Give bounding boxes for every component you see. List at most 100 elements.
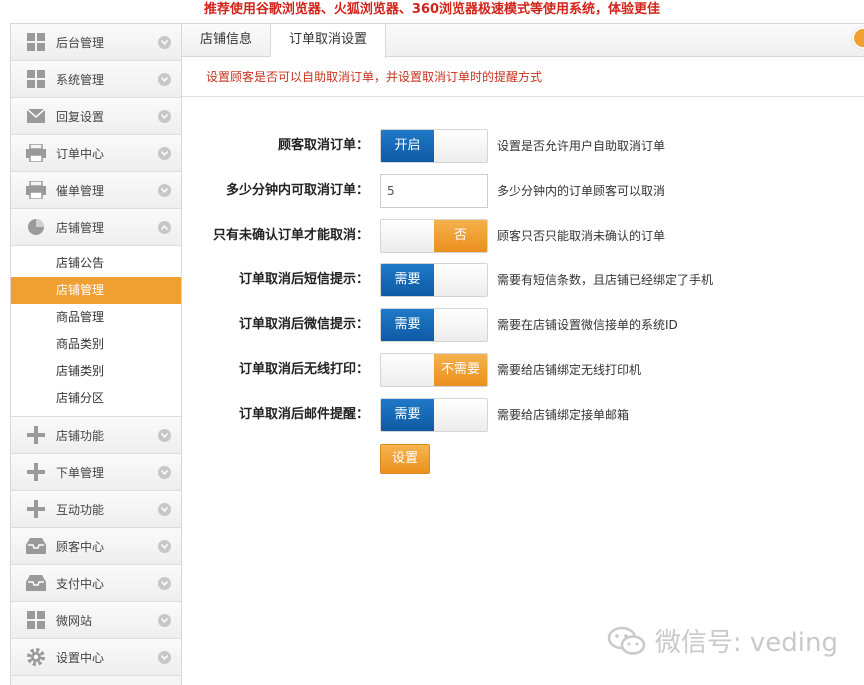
plus-icon	[26, 462, 46, 482]
sidebar-item-label: 支付中心	[56, 576, 105, 591]
tab-1[interactable]: 订单取消设置	[271, 24, 387, 58]
notice-text: 设置顾客是否可以自助取消订单，并设置取消订单时的提醒方式	[182, 57, 864, 97]
field-hint: 需要给店铺绑定接单邮箱	[497, 408, 630, 422]
submenu-store-management: 店铺公告 店铺管理 商品管理 商品类别 店铺类别 店铺分区	[11, 246, 181, 417]
sidebar-item-label: 顾客中心	[56, 539, 105, 554]
field-label: 顾客取消订单：	[277, 138, 369, 153]
mail-icon	[26, 106, 46, 126]
sidebar-item-105[interactable]: 微网站	[11, 602, 181, 639]
field-label: 订单取消后邮件提醒：	[238, 407, 369, 422]
chevron-down-icon[interactable]	[158, 540, 171, 553]
sidebar-item-100[interactable]: 店铺功能	[11, 417, 181, 454]
sidebar-item-label: 催单管理	[56, 183, 105, 198]
form-row: 订单取消后微信提示： 需要 需要在店铺设置微信接单的系统ID	[182, 308, 864, 342]
switch-on-label: 开启	[381, 130, 434, 162]
chevron-down-icon[interactable]	[158, 503, 171, 516]
grid-icon	[26, 69, 46, 89]
field-hint: 需要给店铺绑定无线打印机	[497, 363, 642, 377]
pie-icon	[26, 217, 46, 237]
chevron-down-icon[interactable]	[158, 651, 171, 664]
sidebar-item-102[interactable]: 互动功能	[11, 491, 181, 528]
sidebar-item-label: 微网站	[56, 613, 93, 628]
chevron-down-icon[interactable]	[158, 36, 171, 49]
tab-0[interactable]: 店铺信息	[182, 24, 272, 56]
sidebar-item-1[interactable]: 系统管理	[11, 61, 181, 98]
sidebar-item-label: 店铺功能	[56, 428, 105, 443]
sidebar-item-label: 下单管理	[56, 465, 105, 480]
sidebar-item-101[interactable]: 下单管理	[11, 454, 181, 491]
chevron-down-icon[interactable]	[158, 110, 171, 123]
form-row: 订单取消后无线打印： 不需要 需要给店铺绑定无线打印机	[182, 353, 864, 387]
sidebar-item-103[interactable]: 顾客中心	[11, 528, 181, 565]
toggle-switch[interactable]: 否	[380, 219, 488, 253]
banner-text: 推荐使用谷歌浏览器、火狐浏览器、360浏览器极速模式等使用系统，体验更佳	[203, 2, 661, 17]
toggle-switch[interactable]: 需要	[380, 308, 488, 342]
field-hint: 多少分钟内的订单顾客可以取消	[497, 184, 666, 198]
sidebar-item-label: 互动功能	[56, 502, 105, 517]
chevron-up-icon[interactable]	[158, 221, 171, 234]
toggle-switch[interactable]: 不需要	[380, 353, 488, 387]
grid-icon	[26, 610, 46, 630]
field-label: 多少分钟内可取消订单：	[225, 183, 369, 198]
main-content: 店铺信息 订单取消设置 设置顾客是否可以自助取消订单，并设置取消订单时的提醒方式 …	[182, 23, 864, 685]
submenu-item[interactable]: 店铺公告	[11, 250, 181, 277]
field-hint: 需要有短信条数，且店铺已经绑定了手机	[497, 273, 714, 287]
printer-icon	[26, 143, 46, 163]
submenu-item[interactable]: 店铺管理	[11, 277, 181, 304]
wechat-icon	[607, 626, 646, 655]
browser-recommendation-banner: 推荐使用谷歌浏览器、火狐浏览器、360浏览器极速模式等使用系统，体验更佳	[0, 0, 864, 22]
sidebar-item-label: 店铺管理	[56, 220, 105, 235]
sidebar-item-104[interactable]: 支付中心	[11, 565, 181, 602]
switch-knob	[434, 264, 487, 296]
switch-on-label: 需要	[381, 309, 434, 341]
switch-on-label: 需要	[381, 264, 434, 296]
switch-knob	[381, 354, 434, 386]
field-hint: 设置是否允许用户自助取消订单	[497, 139, 666, 153]
sidebar-item-label: 订单中心	[56, 146, 105, 161]
chevron-down-icon[interactable]	[158, 73, 171, 86]
chevron-down-icon[interactable]	[158, 184, 171, 197]
chevron-down-icon[interactable]	[158, 147, 171, 160]
toggle-switch[interactable]: 开启	[380, 129, 488, 163]
sidebar-item-3[interactable]: 订单中心	[11, 135, 181, 172]
wechat-watermark: 微信号: veding	[607, 622, 838, 659]
sidebar-item-5[interactable]: 店铺管理	[11, 209, 181, 246]
switch-on-label: 需要	[381, 399, 434, 431]
toggle-switch[interactable]: 需要	[380, 263, 488, 297]
minutes-input[interactable]: 5	[380, 174, 488, 208]
submenu-item[interactable]: 店铺类别	[11, 358, 181, 385]
submenu-item[interactable]: 商品类别	[11, 331, 181, 358]
chevron-down-icon[interactable]	[158, 614, 171, 627]
sidebar-item-label: 系统管理	[56, 72, 105, 87]
switch-knob	[434, 399, 487, 431]
inbox-icon	[26, 536, 46, 556]
field-label: 订单取消后无线打印：	[238, 362, 369, 377]
plus-icon	[26, 425, 46, 445]
sidebar: 后台管理 系统管理 回复设置 订单中心 催单管理 店铺管理 店铺公告 店铺管理 商品…	[10, 23, 182, 685]
switch-knob	[434, 309, 487, 341]
form-row: 只有未确认订单才能取消： 否 顾客只否只能取消未确认的订单	[182, 219, 864, 253]
gear-icon	[26, 647, 46, 667]
submenu-item[interactable]: 商品管理	[11, 304, 181, 331]
sidebar-item-106[interactable]: 设置中心	[11, 639, 181, 676]
chevron-down-icon[interactable]	[158, 577, 171, 590]
switch-knob	[434, 130, 487, 162]
sidebar-item-label: 后台管理	[56, 35, 105, 50]
watermark-text: 微信号: veding	[654, 628, 838, 658]
sidebar-item-2[interactable]: 回复设置	[11, 98, 181, 135]
grid-icon	[26, 32, 46, 52]
submit-button[interactable]: 设置	[380, 444, 430, 474]
chevron-down-icon[interactable]	[158, 429, 171, 442]
sidebar-item-4[interactable]: 催单管理	[11, 172, 181, 209]
submenu-item[interactable]: 店铺分区	[11, 385, 181, 412]
form-row: 顾客取消订单： 开启 设置是否允许用户自助取消订单	[182, 129, 864, 163]
form-row: 多少分钟内可取消订单： 5 多少分钟内的订单顾客可以取消	[182, 174, 864, 208]
sidebar-item-0[interactable]: 后台管理	[11, 24, 181, 61]
chevron-down-icon[interactable]	[158, 466, 171, 479]
toggle-switch[interactable]: 需要	[380, 398, 488, 432]
switch-knob	[381, 220, 434, 252]
field-label: 只有未确认订单才能取消：	[212, 228, 369, 243]
switch-off-label: 否	[434, 220, 487, 252]
tab-bar: 店铺信息 订单取消设置	[182, 23, 864, 58]
form-row: 订单取消后短信提示： 需要 需要有短信条数，且店铺已经绑定了手机	[182, 263, 864, 297]
